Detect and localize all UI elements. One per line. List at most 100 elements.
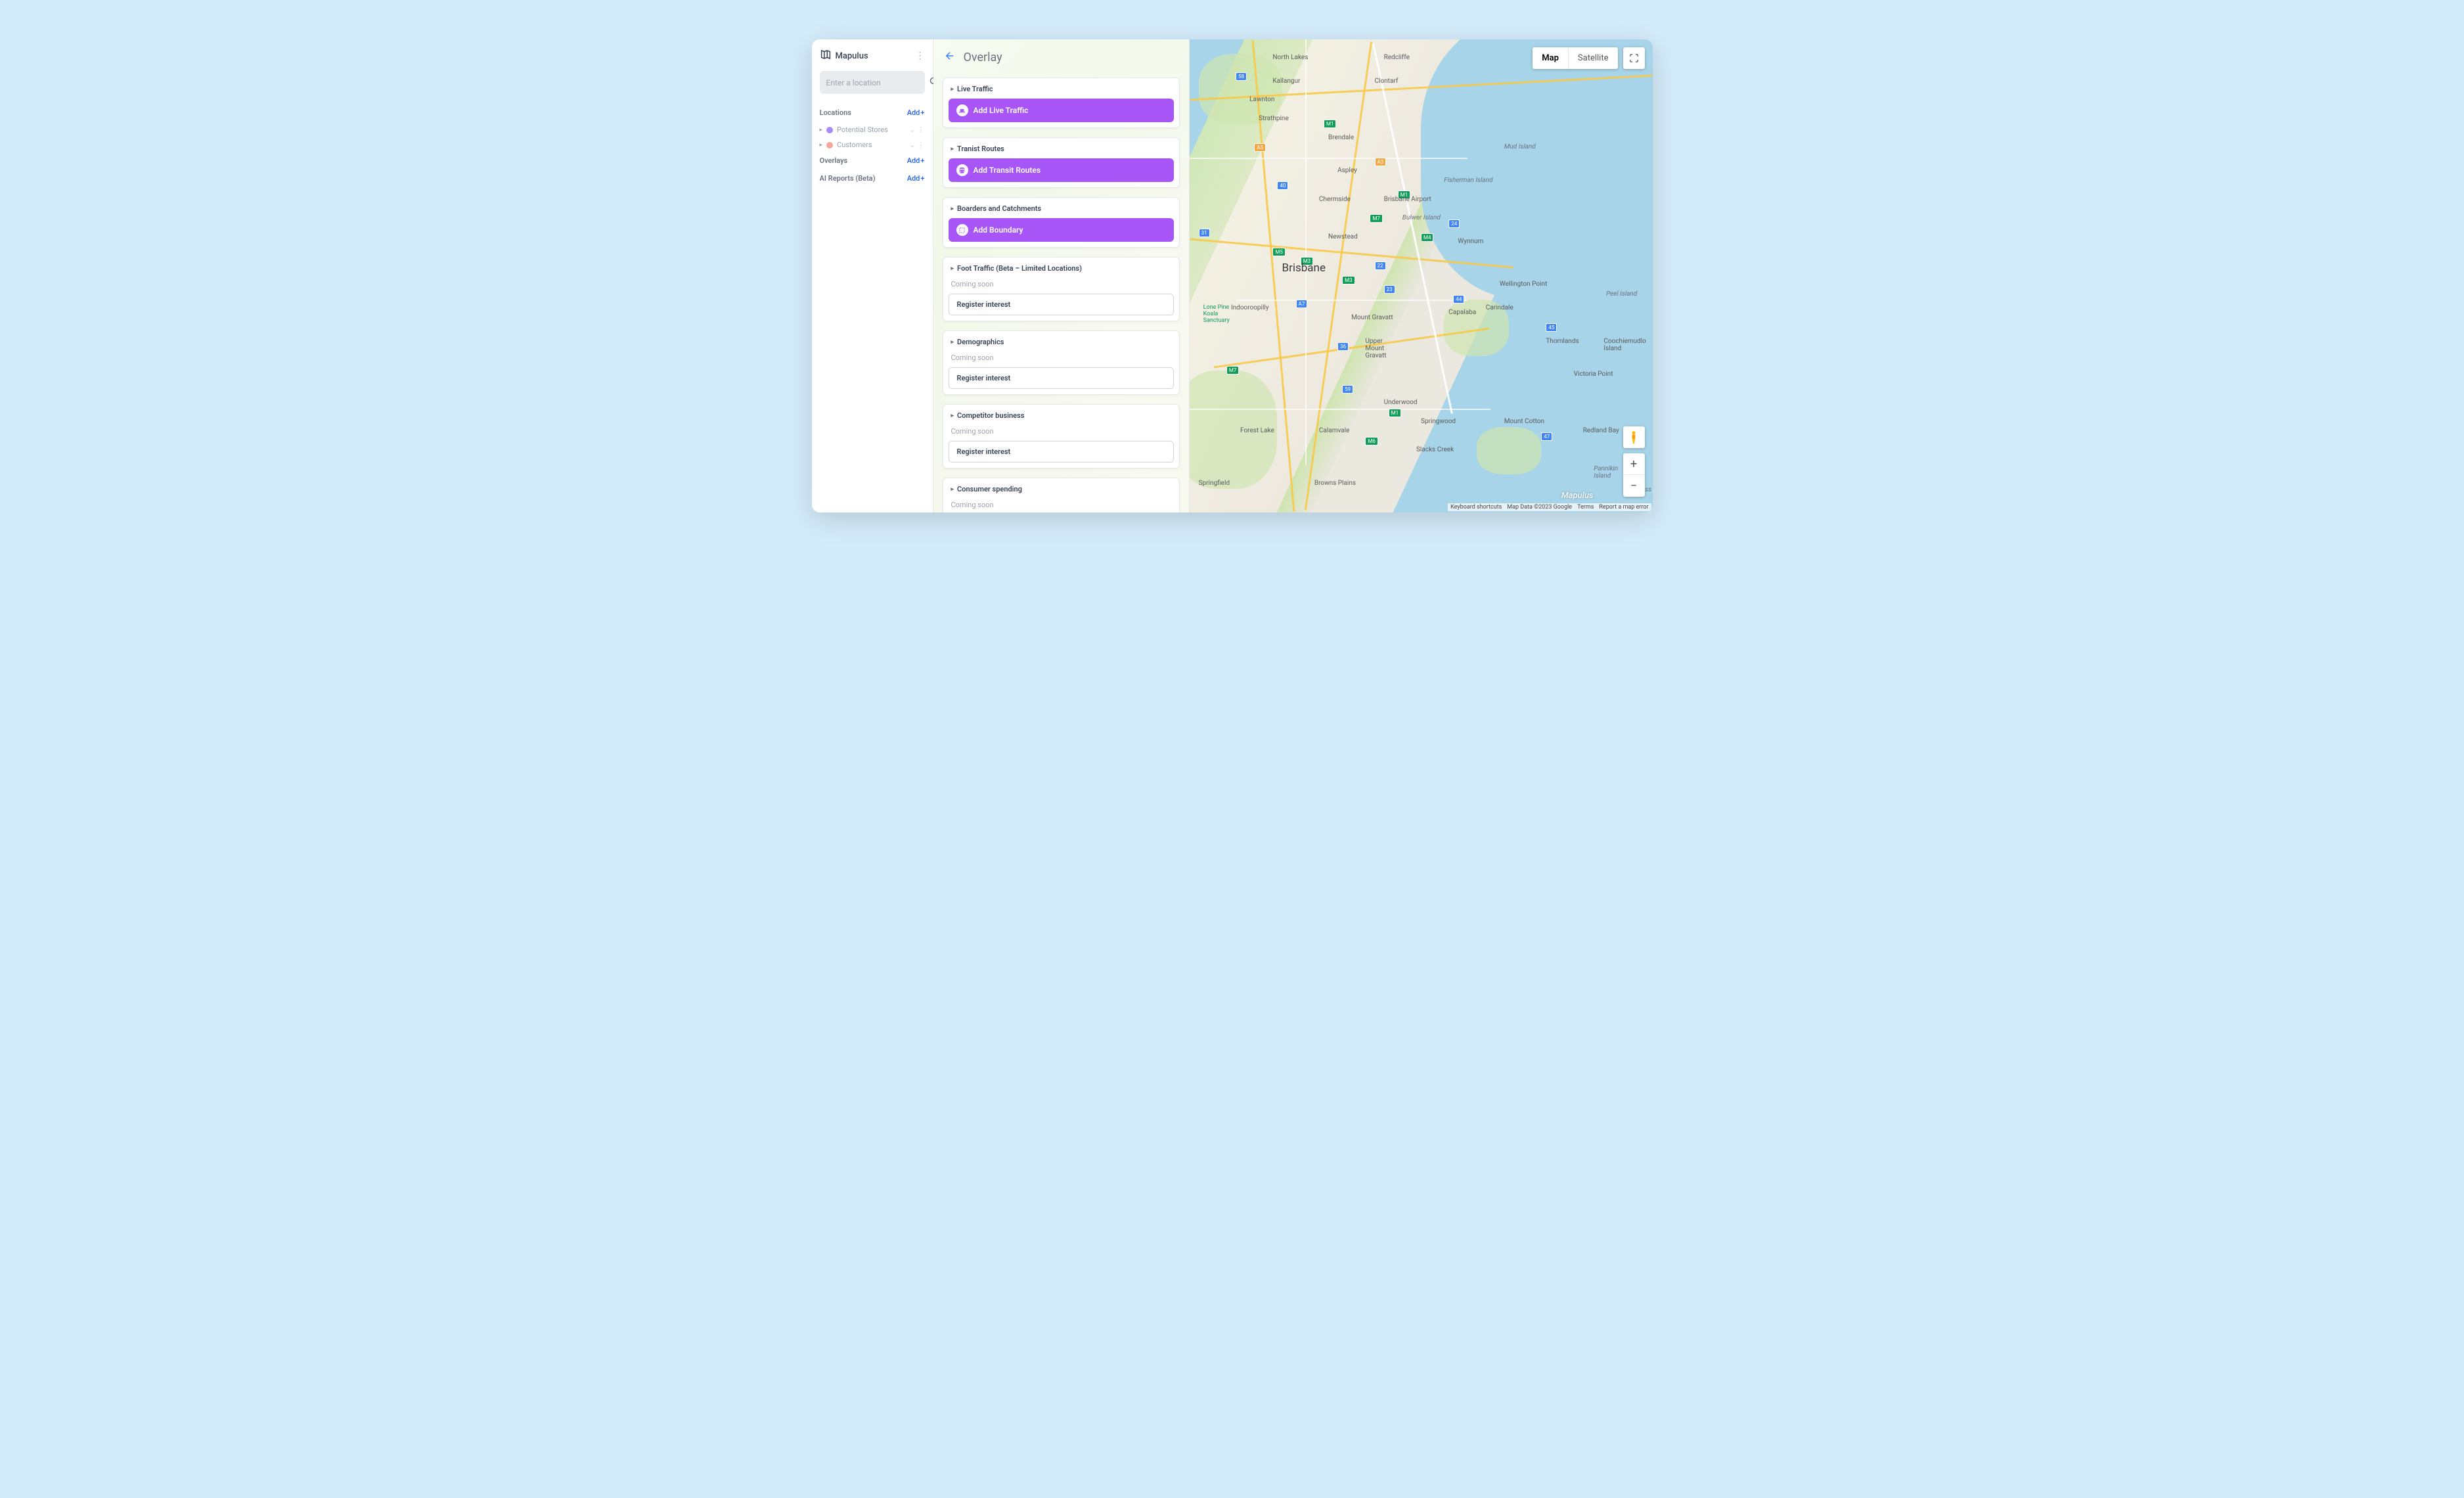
map-canvas[interactable]: 58 M1 A3 40 A3 M7 M1 24 M4 31 M3 M5 23 A… [1190,39,1653,512]
place-label: Redcliffe [1384,54,1410,61]
route-badge: M7 [1226,366,1239,374]
zoom-controls: + − [1623,453,1645,497]
place-label: Wellington Point [1500,281,1548,288]
route-badge: A3 [1375,158,1387,166]
card-foot-traffic: Foot Traffic (Beta – Limited Locations) … [943,257,1180,321]
keyboard-shortcuts-link[interactable]: Keyboard shortcuts [1450,504,1502,511]
card-header[interactable]: Boarders and Catchments [949,203,1174,214]
place-label: Upper Mount Gravatt [1365,338,1398,359]
section-locations: Locations Add + [820,108,925,117]
app-window: Mapulus ⋮ Locations Add + ▸ Potential St… [812,39,1653,512]
logo[interactable]: Mapulus [820,49,868,63]
terms-link[interactable]: Terms [1577,504,1594,511]
map-watermark: Mapulus [1561,491,1594,501]
route-badge: 44 [1453,295,1464,304]
place-label: Forest Lake [1240,427,1274,434]
marker-dot-icon [826,127,833,133]
card-live-traffic: Live Traffic Add Live Traffic [943,78,1180,128]
place-label: Kallangur [1272,78,1300,85]
place-label: North Lakes [1272,54,1308,61]
place-label: Underwood [1384,399,1418,406]
location-item-potential-stores[interactable]: ▸ Potential Stores ⌄⋮ [820,122,925,137]
register-interest-button[interactable]: Register interest [949,367,1174,389]
add-live-traffic-button[interactable]: Add Live Traffic [949,99,1174,122]
marker-dot-icon [826,142,833,148]
roads-layer [1190,39,1653,512]
map-attribution: Keyboard shortcuts Map Data ©2023 Google… [1448,503,1651,511]
route-badge: M3 [1342,276,1355,284]
card-header[interactable]: Foot Traffic (Beta – Limited Locations) [949,263,1174,274]
logo-icon [820,49,832,63]
register-interest-button[interactable]: Register interest [949,441,1174,463]
search-input[interactable] [826,78,929,87]
overlay-title: Overlay [964,51,1002,64]
report-error-link[interactable]: Report a map error [1599,504,1648,511]
card-header[interactable]: Consumer spending [949,484,1174,495]
place-label: Strathpine [1259,115,1289,122]
place-label: Slacks Creek [1416,446,1454,453]
card-header[interactable]: Demographics [949,336,1174,348]
add-report-link[interactable]: Add + [907,174,925,183]
card-header[interactable]: Live Traffic [949,83,1174,95]
route-badge: 36 [1337,342,1349,351]
route-badge: A7 [1296,300,1308,308]
place-label: Peel Island [1606,290,1637,298]
add-boundary-button[interactable]: Add Boundary [949,218,1174,242]
route-badge: M7 [1370,214,1382,223]
car-icon [956,104,968,116]
route-badge: M1 [1324,120,1336,128]
fullscreen-button[interactable] [1623,47,1645,69]
location-item-actions[interactable]: ⌄⋮ [909,125,924,134]
coming-soon-label: Coming soon [949,278,1174,294]
place-label: Mud Island [1504,143,1536,150]
card-consumer-spending: Consumer spending Coming soon [943,478,1180,512]
place-label: Wynnum [1458,238,1483,245]
coming-soon-label: Coming soon [949,425,1174,441]
section-label: AI Reports (Beta) [820,174,876,183]
place-label: Aspley [1337,167,1357,174]
route-badge: 59 [1342,385,1353,394]
route-badge: 47 [1541,432,1552,441]
card-header[interactable]: Competitor business [949,410,1174,421]
place-label: Coochiemudlo Island [1603,338,1643,352]
coming-soon-label: Coming soon [949,352,1174,367]
route-badge: 40 [1277,181,1288,190]
location-item-label: Potential Stores [837,125,905,134]
search-box[interactable] [820,71,925,94]
section-label: Locations [820,108,851,117]
pegman-button[interactable] [1623,426,1645,448]
add-transit-routes-button[interactable]: Add Transit Routes [949,158,1174,182]
place-label: Chermside [1319,196,1351,203]
location-item-customers[interactable]: ▸ Customers ⌄⋮ [820,137,925,152]
card-header[interactable]: Tranist Routes [949,143,1174,154]
place-label: Thornlands [1546,338,1579,345]
place-label: Springwood [1421,418,1456,425]
overlay-content: Overlay Live Traffic Add Live Traffic Tr… [933,39,1189,512]
back-button[interactable] [943,49,957,66]
sidebar-menu-icon[interactable]: ⋮ [916,51,925,61]
route-badge: 23 [1384,285,1395,294]
map-type-satellite-button[interactable]: Satellite [1569,47,1618,69]
route-badge: A3 [1254,143,1266,152]
location-item-actions[interactable]: ⌄⋮ [909,141,924,149]
map-type-map-button[interactable]: Map [1533,47,1569,69]
caret-icon: ▸ [820,142,823,148]
place-label: Redland Bay [1583,427,1619,434]
route-badge: M1 [1389,409,1401,417]
place-label: Calamvale [1319,427,1350,434]
route-badge: 31 [1199,229,1210,237]
place-label: Brendale [1328,134,1354,141]
zoom-in-button[interactable]: + [1623,453,1645,475]
place-label: Carindale [1486,304,1513,311]
map-data-link[interactable]: Map Data ©2023 Google [1507,504,1572,511]
add-location-link[interactable]: Add + [907,108,925,117]
section-overlays: Overlays Add + [820,156,925,165]
place-label: Bulwer Island [1402,214,1441,221]
register-interest-button[interactable]: Register interest [949,294,1174,315]
location-item-label: Customers [837,141,905,149]
add-overlay-link[interactable]: Add + [907,156,925,165]
route-badge: M5 [1272,248,1285,256]
place-label: Mount Gravatt [1351,314,1393,321]
zoom-out-button[interactable]: − [1623,475,1645,497]
place-label: Pannikin Island [1594,465,1620,480]
